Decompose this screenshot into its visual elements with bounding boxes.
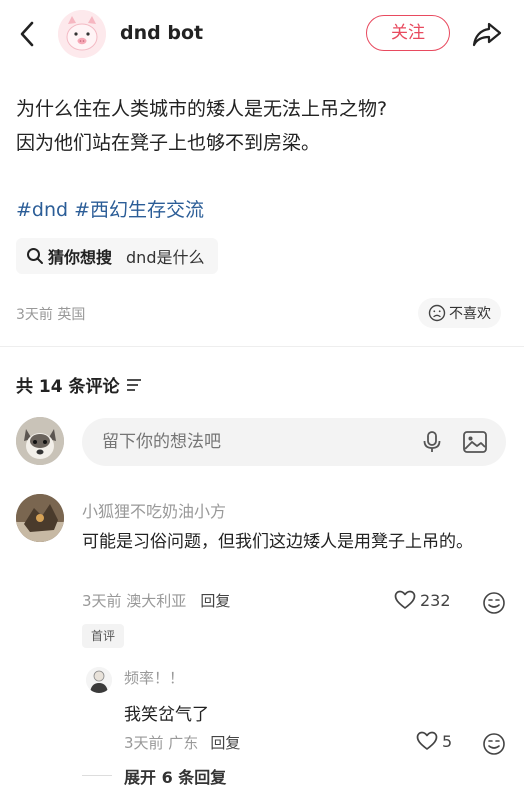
tag-link[interactable]: #dnd — [16, 199, 68, 221]
post-body: 为什么住在人类城市的矮人是无法上吊之物? 因为他们站在凳子上也够不到房梁。 — [16, 92, 506, 160]
heart-icon — [416, 731, 438, 750]
dislike-button[interactable]: 不喜欢 — [418, 298, 501, 328]
my-avatar — [16, 417, 64, 465]
post-line: 因为他们站在凳子上也够不到房梁。 — [16, 132, 321, 154]
reply-button[interactable]: 回复 — [210, 734, 240, 752]
comment-meta: 3天前 澳大利亚 回复 — [82, 590, 230, 611]
person-avatar-icon — [86, 667, 112, 693]
thread-line — [82, 775, 112, 776]
comments-count: 共 14 条评论 — [16, 372, 142, 397]
cat-avatar-icon — [16, 417, 64, 465]
search-suggestion-label: 猜你想搜 — [48, 248, 113, 267]
follow-button[interactable]: 关注 — [366, 15, 450, 51]
divider — [0, 346, 524, 347]
dislike-label: 不喜欢 — [449, 306, 491, 322]
author-name[interactable]: dnd bot — [120, 22, 203, 44]
image-icon[interactable] — [462, 430, 488, 454]
search-icon — [27, 248, 43, 264]
frown-face-icon — [428, 304, 446, 322]
emoji-reaction-icon[interactable] — [482, 732, 506, 756]
like-button[interactable]: 232 — [394, 590, 451, 610]
reply-time-location: 3天前 广东 — [124, 734, 199, 752]
share-arrow-icon[interactable] — [470, 18, 504, 50]
commenter-name[interactable]: 小狐狸不吃奶油小方 — [82, 498, 226, 522]
replier-name[interactable]: 频率！！ — [124, 667, 184, 688]
comment-text: 可能是习俗问题，但我们这边矮人是用凳子上吊的。 — [82, 532, 473, 552]
sort-icon[interactable] — [126, 378, 142, 392]
like-count: 232 — [420, 590, 451, 610]
replier-avatar[interactable] — [86, 667, 112, 693]
search-suggestion-chip[interactable]: 猜你想搜 dnd是什么 — [16, 238, 219, 274]
tag-link[interactable]: #西幻生存交流 — [74, 199, 204, 221]
comment-time-location: 3天前 澳大利亚 — [82, 592, 187, 610]
pig-avatar-icon — [58, 10, 106, 58]
emoji-reaction-icon[interactable] — [482, 591, 506, 615]
like-button[interactable]: 5 — [416, 731, 452, 751]
like-count: 5 — [442, 731, 453, 751]
author-avatar[interactable] — [58, 10, 106, 58]
microphone-icon[interactable] — [421, 430, 443, 454]
back-chevron-icon[interactable] — [14, 18, 42, 50]
post-meta: 3天前 英国 — [16, 307, 86, 323]
reply-text: 我笑岔气了 — [124, 705, 209, 725]
photo-avatar-icon — [16, 494, 64, 542]
heart-icon — [394, 590, 416, 609]
reply-button[interactable]: 回复 — [200, 592, 230, 610]
commenter-avatar[interactable] — [16, 494, 64, 542]
reply-meta: 3天前 广东 回复 — [124, 732, 240, 753]
first-comment-badge: 首评 — [82, 624, 125, 648]
post-line: 为什么住在人类城市的矮人是无法上吊之物? — [16, 98, 388, 120]
comments-count-label: 共 14 条评论 — [16, 377, 120, 397]
search-suggestion-term[interactable]: dnd是什么 — [126, 244, 204, 268]
expand-replies-button[interactable]: 展开 6 条回复 — [124, 764, 226, 788]
post-tags: #dnd #西幻生存交流 — [16, 195, 210, 222]
